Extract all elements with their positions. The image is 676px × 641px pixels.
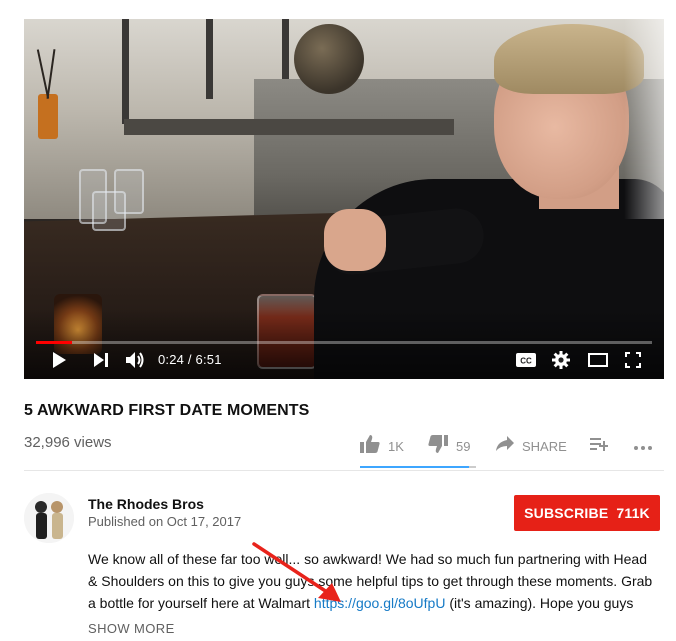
sentiment-bar bbox=[360, 466, 476, 468]
progress-played bbox=[36, 341, 72, 344]
divider bbox=[24, 470, 664, 471]
channel-name[interactable]: The Rhodes Bros bbox=[88, 496, 204, 512]
publish-date: Published on Oct 17, 2017 bbox=[88, 514, 242, 529]
channel-avatar[interactable] bbox=[24, 493, 74, 543]
volume-icon bbox=[126, 351, 146, 369]
thumbs-up-icon bbox=[360, 434, 380, 458]
video-player[interactable]: 0:24 / 6:51 CC bbox=[24, 19, 664, 379]
description-text-continued: (it's amazing). Hope you guys bbox=[445, 595, 634, 611]
view-count: 32,996 views bbox=[24, 434, 112, 451]
share-arrow-icon bbox=[496, 435, 514, 457]
next-icon bbox=[94, 353, 108, 367]
svg-text:CC: CC bbox=[520, 357, 532, 366]
share-button[interactable]: SHARE bbox=[496, 434, 567, 458]
time-display: 0:24 / 6:51 bbox=[158, 352, 222, 367]
subscriber-count: 711K bbox=[616, 505, 650, 521]
current-time: 0:24 bbox=[158, 352, 185, 367]
next-button[interactable] bbox=[90, 349, 112, 371]
more-actions-button[interactable] bbox=[634, 434, 652, 458]
volume-button[interactable] bbox=[124, 349, 148, 371]
captions-button[interactable]: CC bbox=[514, 350, 538, 370]
dislike-button[interactable]: 59 bbox=[428, 434, 470, 458]
captions-icon: CC bbox=[516, 353, 536, 367]
subscribe-button[interactable]: SUBSCRIBE 711K bbox=[514, 495, 660, 531]
theater-mode-icon bbox=[588, 353, 608, 367]
video-description: We know all of these far too well... so … bbox=[88, 548, 658, 614]
thumbs-down-icon bbox=[428, 434, 448, 458]
theater-mode-button[interactable] bbox=[586, 350, 610, 370]
add-to-playlist-icon bbox=[590, 436, 609, 457]
settings-button[interactable] bbox=[550, 349, 572, 371]
fullscreen-icon bbox=[625, 352, 641, 368]
annotation-arrow-icon bbox=[252, 542, 341, 602]
play-icon bbox=[52, 352, 66, 368]
total-time: 6:51 bbox=[195, 352, 222, 367]
like-button[interactable]: 1K bbox=[360, 434, 404, 458]
time-separator: / bbox=[184, 352, 196, 367]
add-to-playlist-button[interactable] bbox=[590, 434, 609, 458]
progress-bar[interactable] bbox=[36, 341, 652, 344]
sentiment-like-portion bbox=[360, 466, 470, 468]
more-horizontal-icon bbox=[634, 437, 652, 455]
play-button[interactable] bbox=[48, 349, 70, 371]
video-title: 5 AWKWARD FIRST DATE MOMENTS bbox=[24, 402, 310, 419]
like-count: 1K bbox=[388, 438, 404, 454]
gear-icon bbox=[552, 351, 570, 369]
dislike-count: 59 bbox=[456, 438, 471, 454]
share-label: SHARE bbox=[522, 438, 567, 454]
fullscreen-button[interactable] bbox=[622, 349, 644, 371]
show-more-button[interactable]: SHOW MORE bbox=[88, 621, 175, 636]
subscribe-label: SUBSCRIBE bbox=[524, 505, 609, 521]
